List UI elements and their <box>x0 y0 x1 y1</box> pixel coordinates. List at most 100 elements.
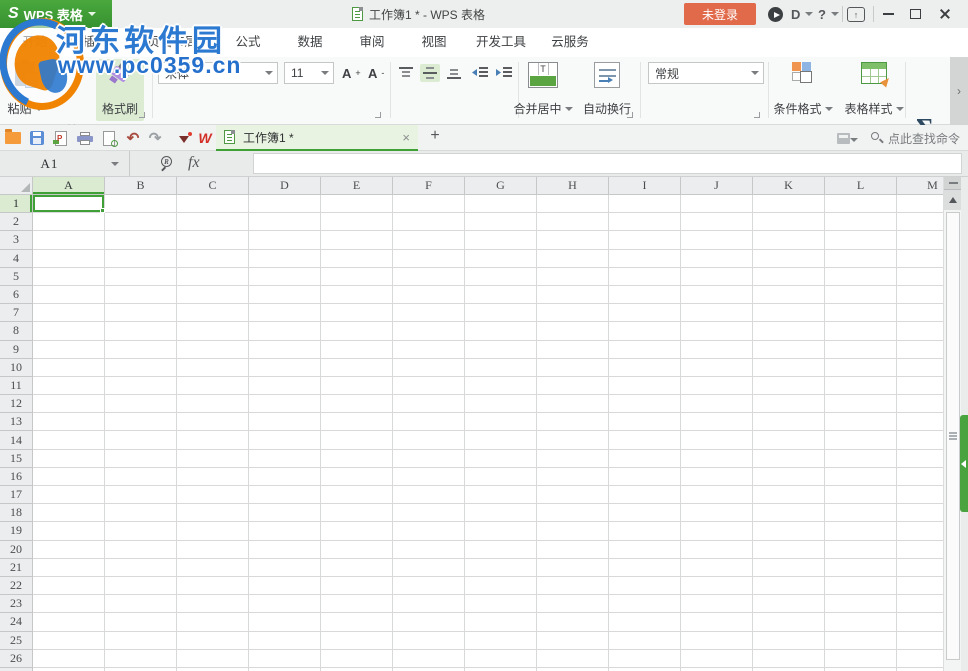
cell-B26[interactable] <box>105 649 177 668</box>
cell-M2[interactable] <box>897 213 943 232</box>
cell-J4[interactable] <box>681 249 753 268</box>
cell-M13[interactable] <box>897 413 943 432</box>
cell-J5[interactable] <box>681 267 753 286</box>
cell-H14[interactable] <box>537 431 609 450</box>
cell-B4[interactable] <box>105 249 177 268</box>
cell-D13[interactable] <box>249 413 321 432</box>
redo-button[interactable]: ↷ <box>146 129 164 147</box>
cell-I21[interactable] <box>609 558 681 577</box>
column-header-M[interactable]: M <box>897 177 943 195</box>
cell-K5[interactable] <box>753 267 825 286</box>
cell-G3[interactable] <box>465 231 537 250</box>
cell-K2[interactable] <box>753 213 825 232</box>
cell-A8[interactable] <box>33 322 105 341</box>
alignment-dialog-launcher[interactable] <box>626 111 634 119</box>
side-panel-toggle[interactable] <box>960 415 968 512</box>
cell-I24[interactable] <box>609 613 681 632</box>
cell-C23[interactable] <box>177 595 249 614</box>
cell-G12[interactable] <box>465 395 537 414</box>
print-preview-button[interactable] <box>100 129 118 147</box>
cell-G8[interactable] <box>465 322 537 341</box>
cell-M20[interactable] <box>897 540 943 559</box>
decrease-indent-button[interactable] <box>470 64 490 82</box>
cell-C17[interactable] <box>177 486 249 505</box>
cell-M18[interactable] <box>897 504 943 523</box>
cell-J10[interactable] <box>681 358 753 377</box>
cell-F17[interactable] <box>393 486 465 505</box>
menu-tab-1[interactable]: 开始 <box>7 28 63 57</box>
cell-D26[interactable] <box>249 649 321 668</box>
cell-K8[interactable] <box>753 322 825 341</box>
cell-J3[interactable] <box>681 231 753 250</box>
cell-K3[interactable] <box>753 231 825 250</box>
cell-H11[interactable] <box>537 376 609 396</box>
cell-F15[interactable] <box>393 449 465 468</box>
cell-G1[interactable] <box>465 195 537 214</box>
ribbon-expand-strip[interactable]: › <box>950 57 968 125</box>
cell-M16[interactable] <box>897 467 943 486</box>
cell-C7[interactable] <box>177 304 249 323</box>
cell-H4[interactable] <box>537 249 609 268</box>
cell-C9[interactable] <box>177 340 249 359</box>
cell-J18[interactable] <box>681 504 753 523</box>
cell-L8[interactable] <box>825 322 897 341</box>
cell-H17[interactable] <box>537 486 609 505</box>
cell-L2[interactable] <box>825 213 897 232</box>
cell-M7[interactable] <box>897 304 943 323</box>
cell-K1[interactable] <box>753 195 825 214</box>
row-header-6[interactable]: 6 <box>0 285 33 305</box>
cell-G26[interactable] <box>465 649 537 668</box>
cell-A7[interactable] <box>33 304 105 323</box>
cell-J12[interactable] <box>681 395 753 414</box>
cell-F5[interactable] <box>393 267 465 286</box>
cell-A16[interactable] <box>33 467 105 486</box>
align-bottom-button[interactable] <box>444 64 464 82</box>
cell-G25[interactable] <box>465 631 537 650</box>
row-header-10[interactable]: 10 <box>0 358 33 377</box>
cell-L24[interactable] <box>825 613 897 632</box>
row-header-4[interactable]: 4 <box>0 249 33 268</box>
cell-B2[interactable] <box>105 213 177 232</box>
row-header-1[interactable]: 1 <box>0 195 33 214</box>
wps-home-button[interactable]: W <box>196 129 214 147</box>
cell-F4[interactable] <box>393 249 465 268</box>
cell-D21[interactable] <box>249 558 321 577</box>
cell-E5[interactable] <box>321 267 393 286</box>
row-header-23[interactable]: 23 <box>0 595 33 614</box>
cell-L18[interactable] <box>825 504 897 523</box>
cell-H15[interactable] <box>537 449 609 468</box>
cell-M4[interactable] <box>897 249 943 268</box>
number-dialog-launcher[interactable] <box>753 111 761 119</box>
cell-B14[interactable] <box>105 431 177 450</box>
cell-A22[interactable] <box>33 576 105 596</box>
cell-G13[interactable] <box>465 413 537 432</box>
cell-G21[interactable] <box>465 558 537 577</box>
cell-E2[interactable] <box>321 213 393 232</box>
cell-I22[interactable] <box>609 576 681 596</box>
login-button[interactable]: 未登录 <box>684 3 756 25</box>
cell-C16[interactable] <box>177 467 249 486</box>
cell-K14[interactable] <box>753 431 825 450</box>
cell-J26[interactable] <box>681 649 753 668</box>
cell-K26[interactable] <box>753 649 825 668</box>
cell-H12[interactable] <box>537 395 609 414</box>
cell-A24[interactable] <box>33 613 105 632</box>
menu-tab-9[interactable]: 云服务 <box>537 28 603 57</box>
cell-B25[interactable] <box>105 631 177 650</box>
cell-L3[interactable] <box>825 231 897 250</box>
cell-K19[interactable] <box>753 522 825 541</box>
cell-I4[interactable] <box>609 249 681 268</box>
cell-D23[interactable] <box>249 595 321 614</box>
cell-I13[interactable] <box>609 413 681 432</box>
cell-D5[interactable] <box>249 267 321 286</box>
cell-D16[interactable] <box>249 467 321 486</box>
cell-M1[interactable] <box>897 195 943 214</box>
cell-M14[interactable] <box>897 431 943 450</box>
minimize-button[interactable] <box>880 6 896 22</box>
font-size-select[interactable]: 11 <box>284 62 334 84</box>
cell-E12[interactable] <box>321 395 393 414</box>
cell-A10[interactable] <box>33 358 105 377</box>
cell-H7[interactable] <box>537 304 609 323</box>
document-tab[interactable]: 工作簿1 * × <box>216 125 418 151</box>
export-pdf-button[interactable]: P <box>52 129 70 147</box>
